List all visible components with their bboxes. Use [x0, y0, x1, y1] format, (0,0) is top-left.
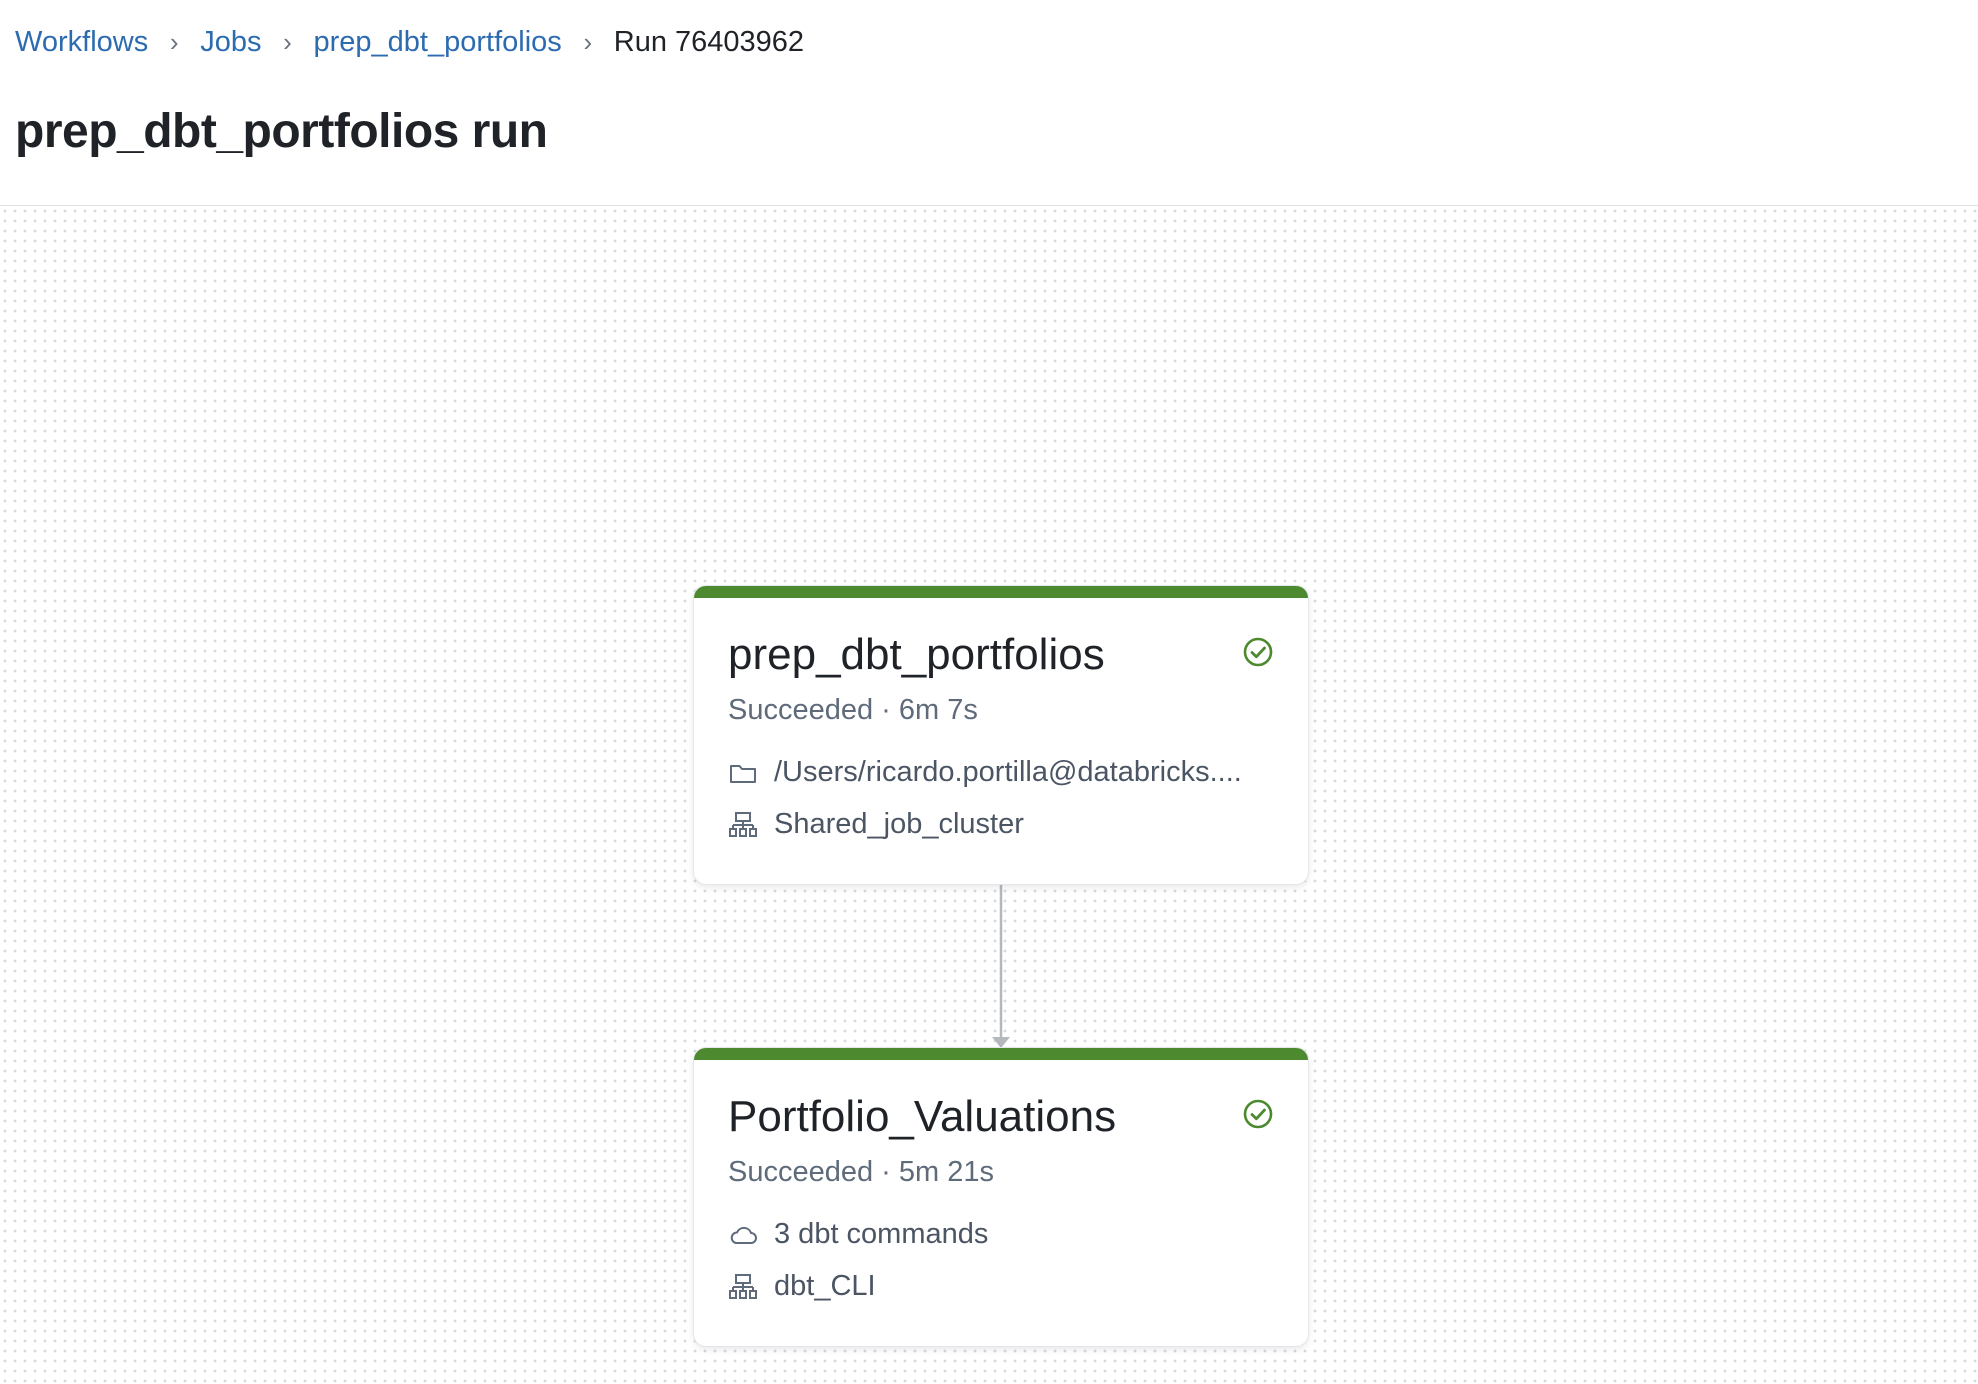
task-card-prep-dbt-portfolios[interactable]: prep_dbt_portfolios Succeeded · 6m 7s /U… — [694, 586, 1308, 884]
breadcrumb-current-run: Run 76403962 — [613, 25, 805, 58]
chevron-right-icon: › — [283, 26, 292, 57]
task-cluster-name: dbt_CLI — [774, 1270, 876, 1302]
task-name: prep_dbt_portfolios — [728, 630, 1105, 679]
check-circle-icon — [1243, 637, 1273, 667]
task-status: Succeeded · 6m 7s — [728, 694, 978, 726]
check-circle-icon — [1243, 1099, 1273, 1129]
breadcrumb: Workflows › Jobs › prep_dbt_portfolios ›… — [15, 22, 804, 62]
task-name: Portfolio_Valuations — [728, 1092, 1117, 1141]
task-source-path: /Users/ricardo.portilla@databricks.... — [774, 756, 1242, 788]
task-source[interactable]: /Users/ricardo.portilla@databricks.... — [728, 756, 1242, 789]
chevron-right-icon: › — [583, 26, 593, 57]
folder-icon — [730, 764, 756, 783]
status-bar — [694, 586, 1308, 598]
page-title: prep_dbt_portfolios run — [15, 105, 548, 158]
status-bar — [694, 1048, 1308, 1060]
task-card-portfolio-valuations[interactable]: Portfolio_Valuations Succeeded · 5m 21s … — [694, 1048, 1308, 1346]
cluster-icon — [729, 1273, 757, 1299]
task-status: Succeeded · 5m 21s — [728, 1156, 994, 1188]
task-cluster[interactable]: Shared_job_cluster — [728, 808, 1024, 841]
task-cluster[interactable]: dbt_CLI — [728, 1270, 876, 1303]
breadcrumb-job-link[interactable]: prep_dbt_portfolios — [313, 26, 561, 59]
breadcrumb-workflows-link[interactable]: Workflows — [15, 26, 148, 59]
task-cluster-name: Shared_job_cluster — [774, 808, 1024, 840]
cluster-icon — [729, 811, 757, 837]
chevron-right-icon: › — [169, 26, 179, 57]
dag-canvas[interactable]: prep_dbt_portfolios Succeeded · 6m 7s /U… — [0, 205, 1978, 1384]
task-source-commands: 3 dbt commands — [774, 1218, 989, 1250]
breadcrumb-jobs-link[interactable]: Jobs — [200, 26, 261, 59]
page: Workflows › Jobs › prep_dbt_portfolios ›… — [0, 0, 1978, 1384]
cloud-icon — [730, 1226, 757, 1244]
task-source[interactable]: 3 dbt commands — [728, 1218, 988, 1251]
